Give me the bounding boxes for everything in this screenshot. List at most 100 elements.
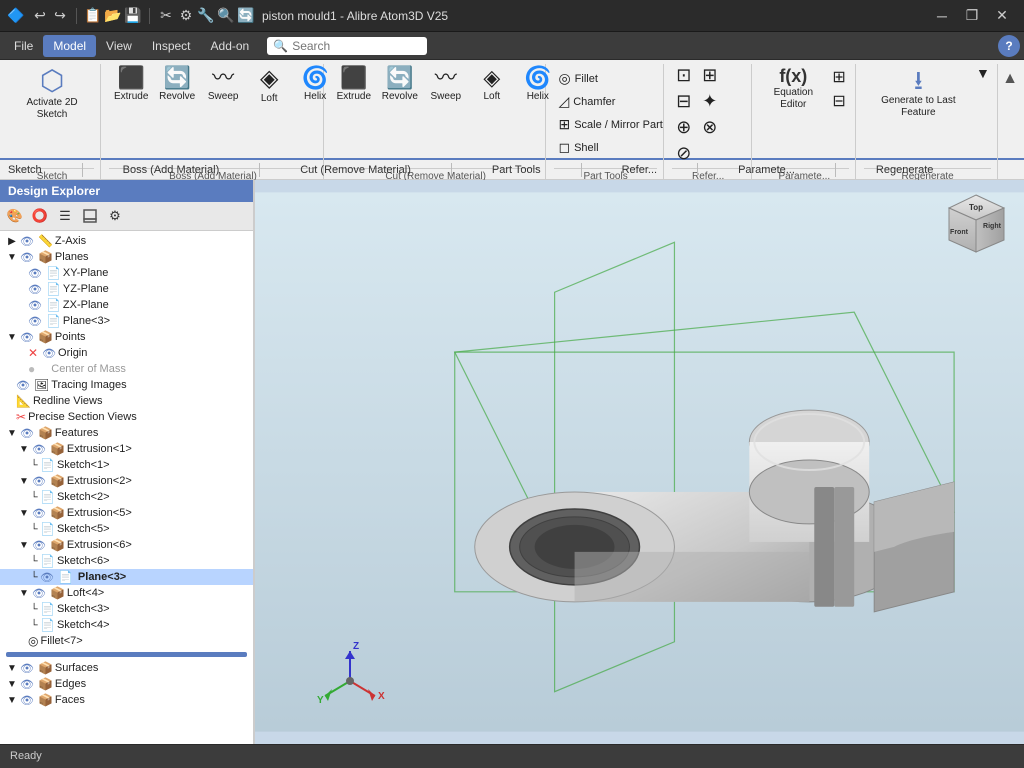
fillet-button[interactable]: ◎ Fillet: [554, 68, 666, 89]
equation-editor-button[interactable]: f(x) Equation Editor: [760, 64, 828, 114]
ref1-button[interactable]: ⊡: [672, 64, 696, 88]
tree-item-xy-plane[interactable]: 👁 📄 XY-Plane: [0, 265, 253, 281]
ext6-toggle[interactable]: ▼: [18, 540, 30, 551]
menu-view[interactable]: View: [96, 35, 142, 57]
tree-item-plane3[interactable]: 👁 📄 Plane<3>: [0, 313, 253, 329]
tree-item-extrusion6[interactable]: ▼ 👁 📦 Extrusion<6>: [0, 537, 253, 553]
scale-mirror-button[interactable]: ⊞ Scale / Mirror Part: [554, 114, 666, 135]
close-button[interactable]: ✕: [988, 6, 1016, 26]
de-export-button[interactable]: [79, 205, 101, 227]
settings2-icon[interactable]: 🔧: [198, 8, 214, 24]
tree-item-sketch4[interactable]: └ 📄 Sketch<4>: [0, 617, 253, 633]
faces-eye[interactable]: 👁: [20, 694, 34, 707]
tree-item-redline-views[interactable]: 📐 Redline Views: [0, 393, 253, 409]
ref3-button[interactable]: ⊟: [672, 90, 696, 114]
cut-icon[interactable]: ✂: [158, 8, 174, 24]
ribbon-collapse-icon[interactable]: ▲: [1000, 68, 1020, 90]
viewport[interactable]: Top Front Right X Y Z: [255, 180, 1024, 744]
z-axis-toggle[interactable]: ▶: [6, 236, 18, 247]
loft4-toggle[interactable]: ▼: [18, 588, 30, 599]
ref2-button[interactable]: ⊞: [698, 64, 722, 88]
features-toggle[interactable]: ▼: [6, 428, 18, 439]
activate-2d-sketch-button[interactable]: ⬡ Activate 2D Sketch: [10, 64, 94, 124]
menu-addon[interactable]: Add-on: [201, 35, 260, 57]
extrude-boss-button[interactable]: ⬛ Extrude: [109, 64, 153, 106]
planes-toggle[interactable]: ▼: [6, 252, 18, 263]
shell-button[interactable]: ◻ Shell: [554, 137, 666, 158]
tree-item-extrusion5[interactable]: ▼ 👁 📦 Extrusion<5>: [0, 505, 253, 521]
ref4-button[interactable]: ✦: [698, 90, 722, 114]
refresh-icon[interactable]: 🔄: [238, 8, 254, 24]
ext6-eye[interactable]: 👁: [32, 539, 46, 552]
faces-toggle[interactable]: ▼: [6, 695, 18, 706]
revolve-boss-button[interactable]: 🔄 Revolve: [155, 64, 199, 106]
tree-item-extrusion2[interactable]: ▼ 👁 📦 Extrusion<2>: [0, 473, 253, 489]
search-toolbar-icon[interactable]: 🔍: [218, 8, 234, 24]
tree-item-plane3b[interactable]: └ 👁 📄 Plane<3>: [0, 569, 253, 585]
minimize-button[interactable]: ─: [928, 6, 956, 26]
ext1-toggle[interactable]: ▼: [18, 444, 30, 455]
features-eye[interactable]: 👁: [20, 427, 34, 440]
ext5-toggle[interactable]: ▼: [18, 508, 30, 519]
generate-to-last-button[interactable]: ⭳ Generate to Last Feature: [864, 64, 973, 122]
tree-item-precise-section[interactable]: ✂ Precise Section Views: [0, 409, 253, 425]
tree-item-sketch2[interactable]: └ 📄 Sketch<2>: [0, 489, 253, 505]
loft-cut-button[interactable]: ◈ Loft: [470, 64, 514, 106]
points-eye[interactable]: 👁: [20, 331, 34, 344]
tree-item-z-axis[interactable]: ▶ 👁 📏 Z-Axis: [0, 233, 253, 249]
loft-boss-button[interactable]: ◈ Loft: [247, 64, 291, 108]
planes-eye[interactable]: 👁: [20, 251, 34, 264]
tree-item-points[interactable]: ▼ 👁 📦 Points: [0, 329, 253, 345]
ext5-eye[interactable]: 👁: [32, 507, 46, 520]
tree-item-sketch1[interactable]: └ 📄 Sketch<1>: [0, 457, 253, 473]
plane3-eye[interactable]: 👁: [28, 315, 42, 328]
loft4-eye[interactable]: 👁: [32, 587, 46, 600]
surfaces-eye[interactable]: 👁: [20, 662, 34, 675]
chamfer-button[interactable]: ◿ Chamfer: [554, 91, 666, 112]
sweep-boss-button[interactable]: 〰 Sweep: [201, 64, 245, 106]
tree-item-sketch3[interactable]: └ 📄 Sketch<3>: [0, 601, 253, 617]
settings1-icon[interactable]: ⚙: [178, 8, 194, 24]
ref5-button[interactable]: ⊕: [672, 116, 696, 140]
edges-toggle[interactable]: ▼: [6, 679, 18, 690]
tree-item-zx-plane[interactable]: 👁 📄 ZX-Plane: [0, 297, 253, 313]
tree-item-faces[interactable]: ▼ 👁 📦 Faces: [0, 692, 253, 708]
tree-item-edges[interactable]: ▼ 👁 📦 Edges: [0, 676, 253, 692]
menu-inspect[interactable]: Inspect: [142, 35, 201, 57]
de-orbit-button[interactable]: ⭕: [29, 205, 51, 227]
de-list-button[interactable]: ☰: [54, 205, 76, 227]
extrude-cut-button[interactable]: ⬛ Extrude: [332, 64, 376, 106]
plane3b-eye[interactable]: 👁: [40, 571, 54, 584]
tree-item-extrusion1[interactable]: ▼ 👁 📦 Extrusion<1>: [0, 441, 253, 457]
tree-item-yz-plane[interactable]: 👁 📄 YZ-Plane: [0, 281, 253, 297]
yz-eye[interactable]: 👁: [28, 283, 42, 296]
help-button[interactable]: ?: [998, 35, 1020, 57]
open-icon[interactable]: 📂: [105, 8, 121, 24]
ref7-button[interactable]: ⊘: [672, 142, 696, 166]
tree-item-center-of-mass[interactable]: ● Center of Mass: [0, 361, 253, 377]
ext2-eye[interactable]: 👁: [32, 475, 46, 488]
xy-eye[interactable]: 👁: [28, 267, 42, 280]
sweep-cut-button[interactable]: 〰 Sweep: [424, 64, 468, 106]
undo-icon[interactable]: ↩: [32, 8, 48, 24]
edges-eye[interactable]: 👁: [20, 678, 34, 691]
orientation-cube[interactable]: Top Front Right: [939, 190, 1014, 265]
ribbon-expand[interactable]: ▲: [1000, 64, 1020, 184]
z-axis-eye[interactable]: 👁: [20, 235, 34, 248]
ext2-toggle[interactable]: ▼: [18, 476, 30, 487]
origin-eye[interactable]: 👁: [42, 347, 56, 360]
tree-item-features[interactable]: ▼ 👁 📦 Features: [0, 425, 253, 441]
de-settings-button[interactable]: ⚙: [104, 205, 126, 227]
params1-button[interactable]: ⊞: [829, 68, 849, 90]
de-color-button[interactable]: 🎨: [4, 205, 26, 227]
tree-item-tracing-images[interactable]: 👁 🖼 Tracing Images: [0, 377, 253, 393]
revolve-cut-button[interactable]: 🔄 Revolve: [378, 64, 422, 106]
surfaces-toggle[interactable]: ▼: [6, 663, 18, 674]
new-icon[interactable]: 📋: [85, 8, 101, 24]
menu-file[interactable]: File: [4, 35, 43, 57]
save-icon[interactable]: 💾: [125, 8, 141, 24]
redo-icon[interactable]: ↪: [52, 8, 68, 24]
params2-button[interactable]: ⊟: [829, 92, 849, 114]
tree-item-loft4[interactable]: ▼ 👁 📦 Loft<4>: [0, 585, 253, 601]
menu-model[interactable]: Model: [43, 35, 96, 57]
